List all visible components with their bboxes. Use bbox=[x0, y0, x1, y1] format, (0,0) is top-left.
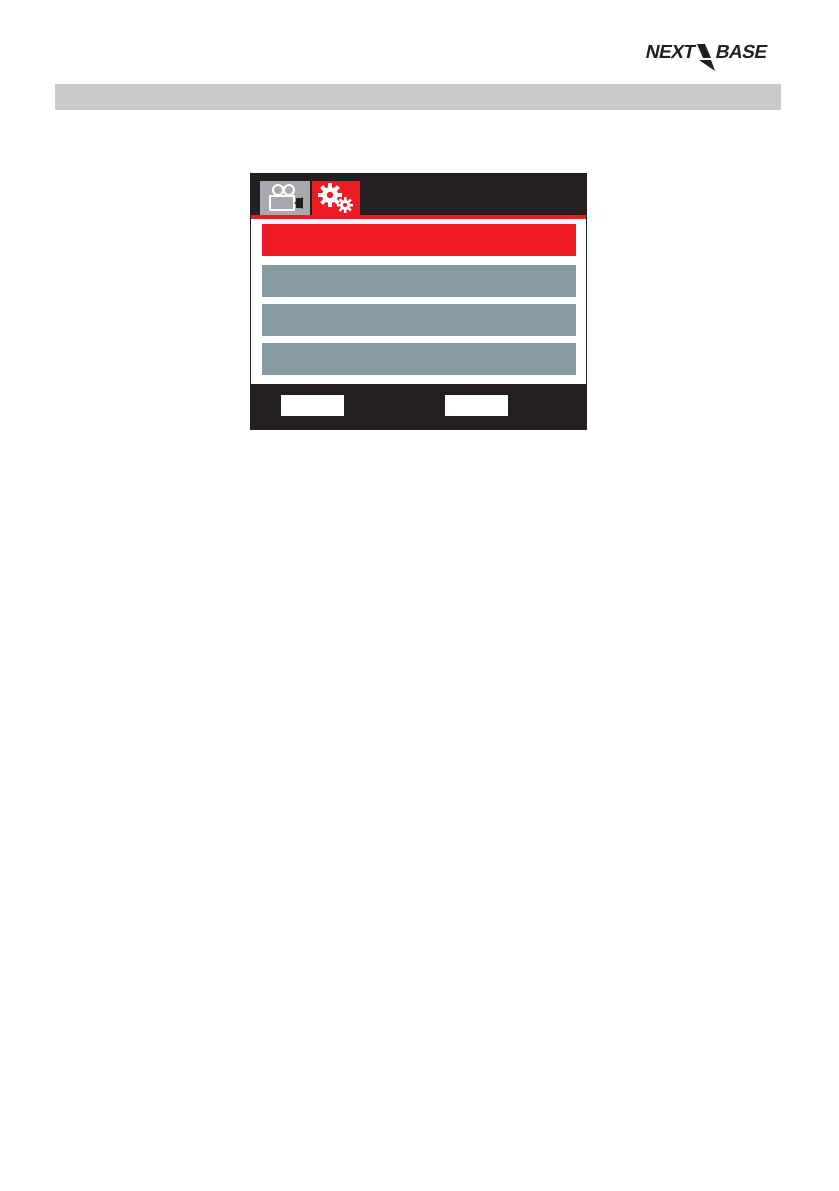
dashcam-screen bbox=[250, 173, 587, 430]
nextbase-logo: NEXT BASE bbox=[644, 42, 770, 71]
section-header-bar bbox=[55, 84, 781, 110]
tab-video[interactable] bbox=[260, 181, 310, 215]
left-softkey-button[interactable] bbox=[281, 395, 344, 416]
menu-panel bbox=[251, 219, 586, 384]
menu-item-3[interactable] bbox=[262, 304, 576, 336]
menu-item-4[interactable] bbox=[262, 343, 576, 375]
tab-setup[interactable] bbox=[312, 181, 360, 215]
svg-text:NEXT: NEXT bbox=[644, 42, 698, 63]
video-camera-icon bbox=[269, 184, 303, 211]
svg-text:BASE: BASE bbox=[714, 42, 770, 63]
gears-icon bbox=[318, 183, 353, 213]
menu-item-1[interactable] bbox=[262, 224, 576, 256]
right-softkey-button[interactable] bbox=[445, 395, 508, 416]
menu-item-2[interactable] bbox=[262, 265, 576, 297]
